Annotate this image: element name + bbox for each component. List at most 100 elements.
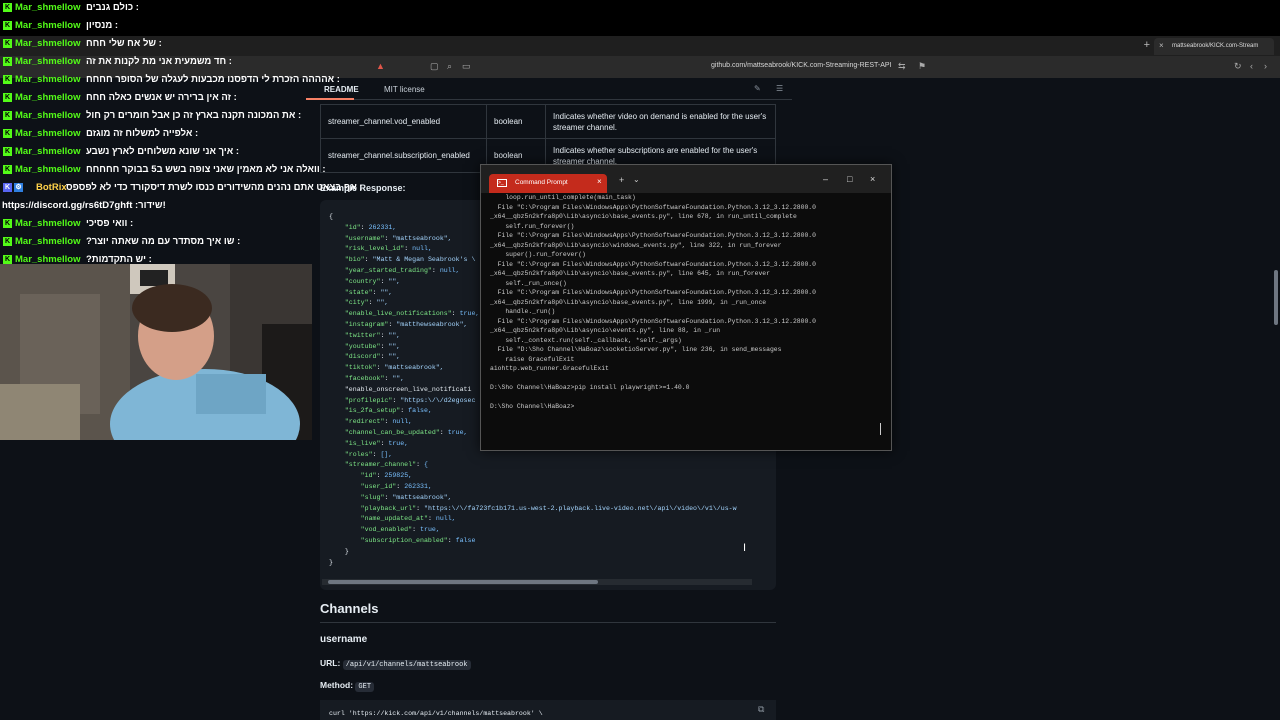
- code-line: "user_id": 262331,: [360, 482, 432, 490]
- cmd-tab-title: Command Prompt: [515, 179, 568, 186]
- kick-badge-icon: K: [3, 147, 12, 156]
- reader-icon[interactable]: ⇆: [898, 61, 906, 72]
- chat-message: K Mar_shmellow : של אח שלי חחח: [0, 36, 320, 54]
- chat-username: Mar_shmellow: [15, 38, 81, 49]
- method-value: GET: [355, 682, 375, 692]
- chat-message: !שידור: https://discord.gg/rs6tD7ghft: [0, 198, 320, 216]
- chat-username: Mar_shmellow: [15, 56, 81, 67]
- chat-username: Mar_shmellow: [15, 164, 81, 175]
- code-line: "vod_enabled": true,: [360, 526, 440, 534]
- cmd-tab[interactable]: >_ Command Prompt ×: [489, 174, 607, 193]
- chat-text: : כולם גנבים: [86, 2, 139, 13]
- code-line: }: [329, 558, 333, 566]
- chat-message: K Mar_shmellow : וואי פסיכי: [0, 216, 320, 234]
- back-icon[interactable]: ‹: [1250, 61, 1253, 71]
- cmd-output[interactable]: loop.run_until_complete(main_task) File …: [490, 193, 885, 412]
- table-row: streamer_channel.vod_enabled boolean Ind…: [320, 104, 776, 139]
- kick-badge-icon: K: [3, 111, 12, 120]
- code-line: "name_updated_at": null,: [360, 515, 456, 523]
- cmd-line: raise GracefulExit: [490, 355, 575, 363]
- cmd-line: _x64__qbz5n2kfra8p0\Lib\asyncio\windows_…: [490, 241, 782, 249]
- kick-badge-icon: K: [3, 39, 12, 48]
- close-window-icon[interactable]: ×: [870, 174, 875, 184]
- forward-icon[interactable]: ›: [1264, 61, 1267, 71]
- webcam-image: [0, 264, 312, 440]
- channels-heading: Channels: [320, 601, 379, 616]
- chat-text: !שידור: https://discord.gg/rs6tD7ghft: [2, 200, 166, 211]
- reload-icon[interactable]: ↻: [1234, 61, 1242, 72]
- close-tab-icon[interactable]: ×: [597, 177, 602, 186]
- field-type: boolean: [486, 104, 546, 139]
- url-label: URL:: [320, 658, 341, 668]
- page-scrollbar[interactable]: [1274, 270, 1278, 325]
- cmd-line: [490, 393, 885, 403]
- copy-icon[interactable]: ⧉: [758, 704, 764, 715]
- kick-badge-icon: K: [3, 21, 12, 30]
- kick-badge-icon: K: [3, 3, 12, 12]
- chat-username: Mar_shmellow: [15, 110, 81, 121]
- chat-text: : את המכונה תקנה בארץ זה כן אבל חומרים ר…: [86, 110, 302, 121]
- cmd-line: File "D:\Sho Channel\HaBoaz\socketioServ…: [490, 346, 782, 353]
- browser-tab[interactable]: × mattseabrook/KICK.com-Stream: [1154, 38, 1274, 55]
- chat-username: Mar_shmellow: [15, 236, 81, 247]
- code-line: "slug": "mattseabrook",: [360, 493, 452, 501]
- fields-table: streamer_channel.vod_enabled boolean Ind…: [320, 104, 776, 173]
- method-line: Method: GET: [320, 680, 375, 692]
- field-desc: Indicates whether video on demand is ena…: [545, 104, 776, 139]
- kick-badge-icon: K: [3, 219, 12, 228]
- brave-shield-icon[interactable]: ▲: [376, 61, 385, 71]
- tab-license[interactable]: MIT license: [384, 85, 425, 94]
- chat-text: : איך אני שונא משלוחים לארץ נשבע: [86, 146, 240, 157]
- chat-message: K Mar_shmellow: וואלה אני לא מאמין שאני צ…: [0, 162, 326, 180]
- cmd-line: _x64__qbz5n2kfra8p0\Lib\asyncio\base_eve…: [490, 213, 797, 220]
- chat-username: Mar_shmellow: [15, 2, 81, 13]
- chevron-down-icon[interactable]: ⌄: [633, 175, 640, 184]
- chat-text: : מנסיון: [86, 20, 119, 31]
- chat-message: K Mar_shmellow: אלפייה למשלוח זה מוגזם: [0, 126, 320, 144]
- chat-text: : שו איך מסתדר עם מה שאתה יוצר?: [86, 236, 241, 247]
- chat-text: : של אח שלי חחח: [86, 38, 162, 49]
- tab-readme[interactable]: README: [324, 85, 359, 94]
- cmd-line: [490, 374, 885, 384]
- chat-username: Mar_shmellow: [15, 74, 81, 85]
- cmd-line: File "C:\Program Files\WindowsApps\Pytho…: [490, 203, 816, 211]
- cmd-line: loop.run_until_complete(main_task): [490, 194, 636, 201]
- chat-message: K Mar_shmellow : כולם גנבים: [0, 0, 320, 18]
- kick-badge-icon: K: [3, 75, 12, 84]
- edit-icon[interactable]: ✎: [754, 84, 761, 93]
- extension-icon[interactable]: ▢: [430, 61, 439, 72]
- kick-badge-icon: K: [3, 93, 12, 102]
- field-name: streamer_channel.vod_enabled: [320, 104, 487, 139]
- close-tab-icon[interactable]: ×: [1159, 41, 1164, 50]
- chat-message: K ⚙ BotRix: אף בצאט אתם נהנים מהשידורים כנ…: [0, 180, 363, 198]
- browser-tab-title: mattseabrook/KICK.com-Stream: [1172, 43, 1259, 49]
- new-tab-button[interactable]: +: [1144, 39, 1150, 51]
- kick-badge-icon: K: [3, 237, 12, 246]
- maximize-icon[interactable]: □: [847, 174, 852, 184]
- outline-icon[interactable]: ☰: [776, 84, 783, 93]
- cmd-scrollbar[interactable]: [880, 423, 881, 435]
- code-scrollbar[interactable]: [328, 580, 598, 584]
- screen-icon[interactable]: ▭: [462, 61, 471, 72]
- chat-message: K Mar_shmellow : מנסיון: [0, 18, 320, 36]
- command-prompt-window[interactable]: >_ Command Prompt × + ⌄ – □ × loop.run_u…: [480, 164, 892, 451]
- chat-username: Mar_shmellow: [15, 218, 81, 229]
- chat-username: Mar_shmellow: [15, 20, 81, 31]
- cmd-line: super().run_forever(): [490, 251, 586, 258]
- cmd-line: handle._run(): [490, 308, 556, 315]
- chat-text: : וואי פסיכי: [86, 218, 134, 229]
- cmd-line: _x64__qbz5n2kfra8p0\Lib\asyncio\base_eve…: [490, 270, 770, 277]
- new-tab-icon[interactable]: +: [619, 175, 624, 185]
- terminal-icon: >_: [497, 179, 507, 187]
- minimize-icon[interactable]: –: [823, 174, 828, 184]
- chat-username: BotRix: [36, 182, 67, 193]
- readme-tabs: README MIT license ✎ ☰: [306, 80, 792, 100]
- cmd-line: _x64__qbz5n2kfra8p0\Lib\asyncio\base_eve…: [490, 298, 767, 306]
- cmd-line: self._run_once(): [490, 279, 567, 287]
- kick-badge-icon: K: [3, 129, 12, 138]
- url-line: URL: /api/v1/channels/mattseabrook: [320, 658, 471, 670]
- address-bar[interactable]: github.com/mattseabrook/KICK.com-Streami…: [711, 62, 892, 69]
- curl-command: curl 'https://kick.com/api/v1/channels/m…: [329, 710, 543, 717]
- bookmark-icon[interactable]: ⚑: [918, 61, 926, 72]
- search-icon[interactable]: ⌕: [447, 61, 452, 72]
